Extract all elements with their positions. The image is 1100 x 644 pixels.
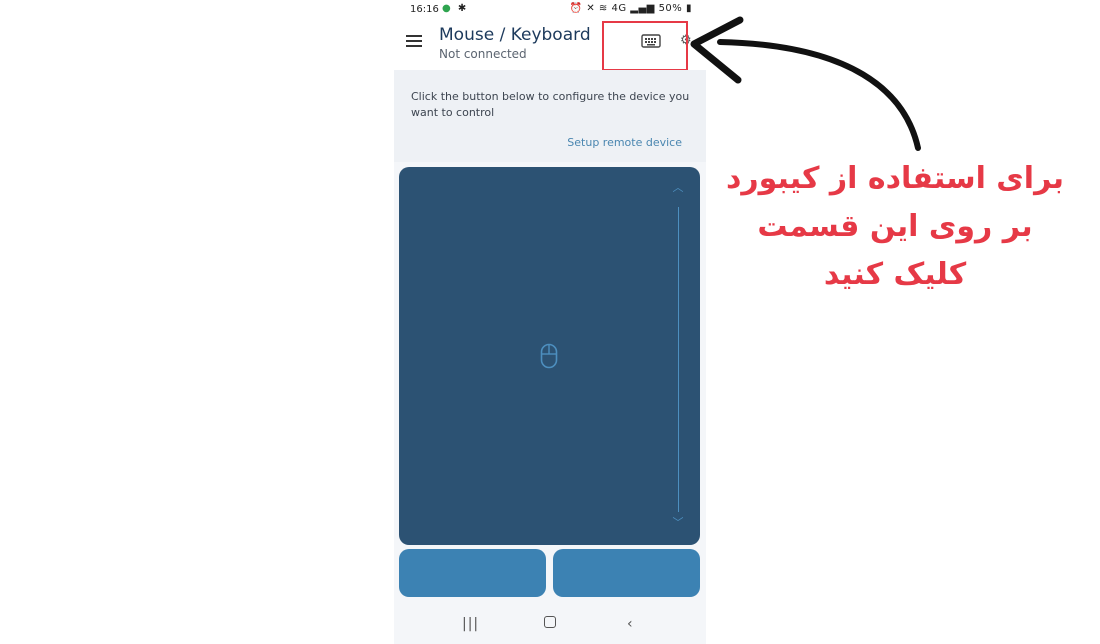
annotation-line-3: کلیک کنید — [823, 257, 967, 292]
status-bar: 16:16 ● ✱ ⏰ ✕ ≋ 4G ▂▄▆ 50% ▮ — [394, 0, 706, 20]
shield-icon: ● — [442, 3, 451, 14]
screenshot-stage: 16:16 ● ✱ ⏰ ✕ ≋ 4G ▂▄▆ 50% ▮ Mouse / Key… — [0, 0, 1100, 644]
chevron-up-icon[interactable]: ︿ — [672, 183, 684, 194]
touchpad[interactable]: ︿ ﹀ — [399, 167, 700, 545]
status-time: 16:16 — [410, 4, 439, 15]
signal-text: 4G — [611, 3, 627, 14]
system-nav-bar: ||| ‹ — [394, 604, 706, 644]
info-card: Click the button below to configure the … — [394, 70, 706, 162]
battery-level: 50% — [658, 3, 683, 14]
scroll-track[interactable] — [678, 207, 679, 512]
alarm-icon: ⏰ — [569, 3, 583, 14]
mute-icon: ✕ — [586, 3, 596, 14]
back-icon[interactable]: ‹ — [627, 616, 633, 632]
chevron-down-icon[interactable]: ﹀ — [672, 518, 684, 529]
page-title: Mouse / Keyboard — [439, 25, 591, 45]
annotation-line-2: بر روی این قسمت — [757, 209, 1033, 244]
hamburger-menu-icon[interactable] — [406, 35, 422, 47]
info-message: Click the button below to configure the … — [411, 90, 690, 119]
annotation-line-1: برای استفاده از کیبورد — [726, 161, 1064, 196]
connection-status: Not connected — [439, 47, 527, 61]
status-right-icons: ⏰ ✕ ≋ 4G ▂▄▆ 50% ▮ — [570, 3, 692, 14]
settings-status-icon: ✱ — [457, 3, 467, 14]
wifi-icon: ≋ — [598, 3, 608, 14]
recent-apps-icon[interactable]: ||| — [462, 616, 479, 632]
setup-remote-device-link[interactable]: Setup remote device — [567, 136, 682, 149]
right-click-button[interactable] — [553, 549, 700, 597]
annotation-arrow — [690, 16, 921, 151]
left-click-button[interactable] — [399, 549, 546, 597]
annotation-text: برای استفاده از کیبورد بر روی این قسمت ک… — [710, 155, 1080, 299]
mouse-icon — [540, 343, 558, 369]
keyboard-highlight-box — [602, 21, 688, 71]
home-icon[interactable] — [544, 616, 556, 632]
status-left-icons: ● ✱ — [442, 3, 470, 14]
phone-screen: 16:16 ● ✱ ⏰ ✕ ≋ 4G ▂▄▆ 50% ▮ Mouse / Key… — [394, 0, 706, 644]
signal-icon: ▂▄▆ — [630, 3, 655, 14]
